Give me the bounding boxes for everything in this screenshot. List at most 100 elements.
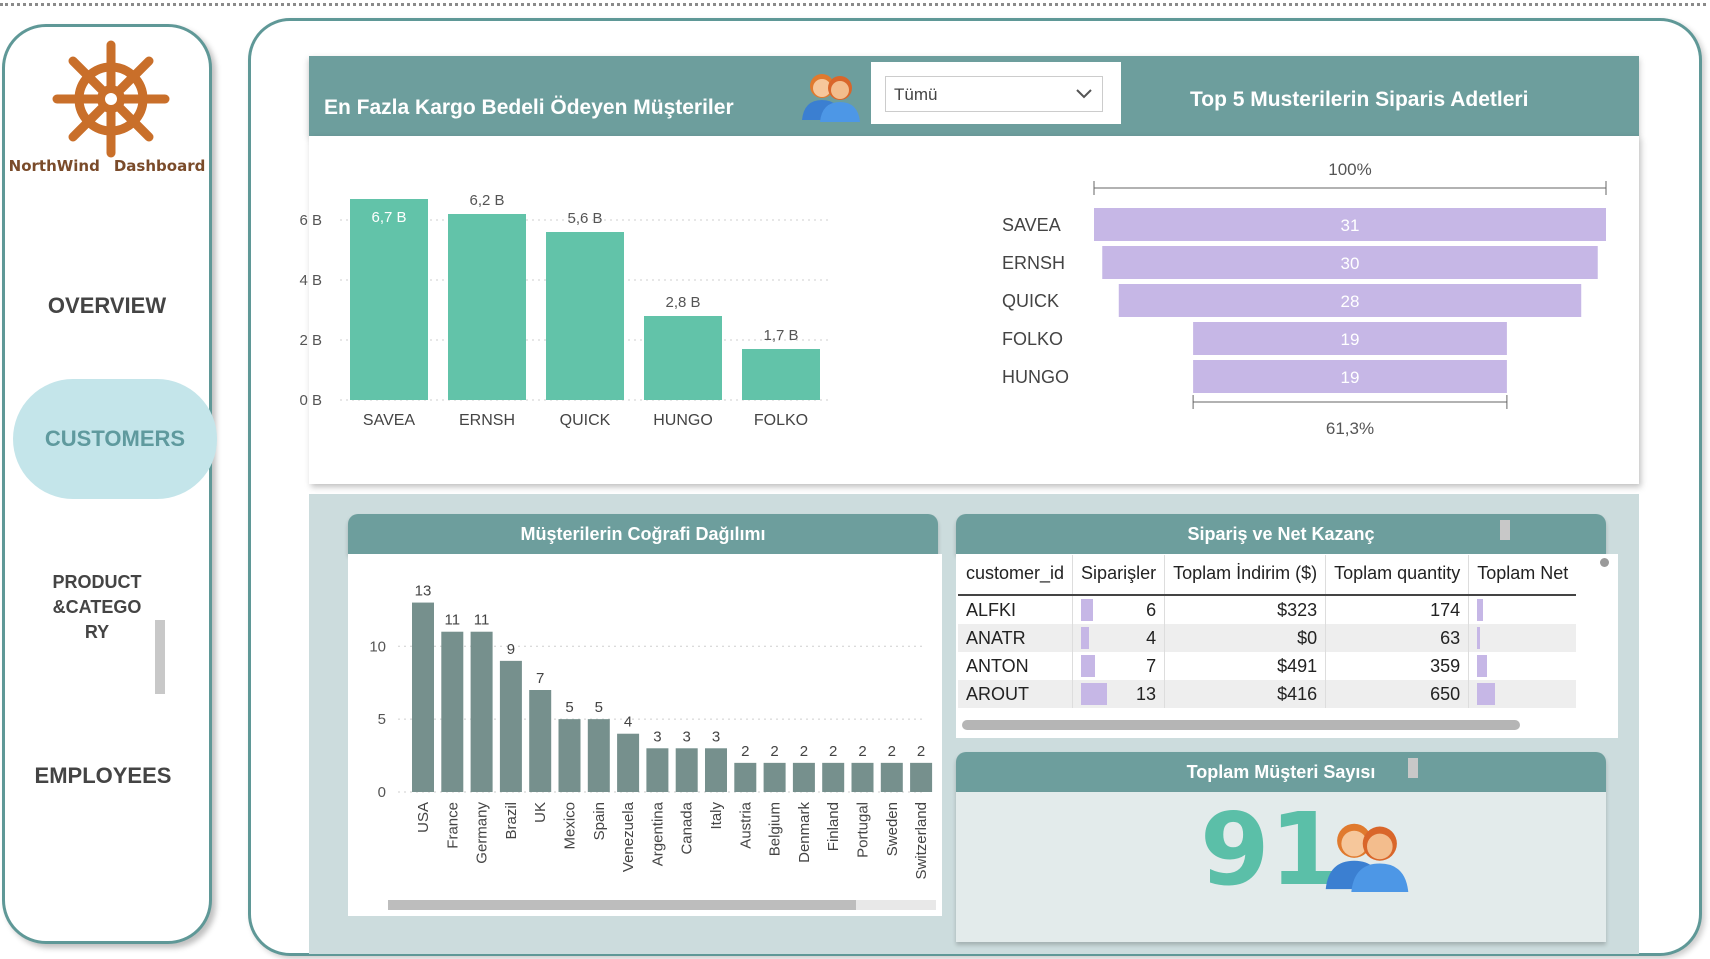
col-quantity[interactable]: Toplam quantity <box>1325 555 1469 596</box>
bar <box>851 762 874 792</box>
y-tick-label: 6 B <box>299 212 322 229</box>
table-row[interactable]: ANATR 4 $0 63 <box>958 624 1577 652</box>
data-label: 2 <box>770 743 778 760</box>
data-label: 5 <box>565 699 573 716</box>
funnel-chart-title: Top 5 Musterilerin Siparis Adetleri <box>1190 88 1529 111</box>
x-tick-label: Austria <box>737 801 754 848</box>
brand-name: NorthWind Dashboard <box>5 157 209 175</box>
x-tick-label: Portugal <box>855 802 872 858</box>
funnel-category: QUICK <box>1002 291 1059 311</box>
cell-orders-text: 7 <box>1146 655 1157 676</box>
y-tick-label: 0 <box>378 784 386 801</box>
data-label: 3 <box>712 728 720 745</box>
data-label: 9 <box>507 641 515 658</box>
cell-quantity: 174 <box>1325 595 1469 624</box>
cell-discount: $0 <box>1164 624 1326 652</box>
cell-quantity: 63 <box>1325 624 1469 652</box>
cell-net <box>1468 595 1577 624</box>
geo-bar-chart: 0 5 10 13 USA 11 France 11 Germany 9 Brazil 7 UK 5 Mex… <box>369 583 933 880</box>
bar <box>910 762 933 792</box>
y-tick-label: 10 <box>369 638 386 655</box>
x-tick-label: Spain <box>591 802 608 840</box>
customer-filter-dropdown[interactable]: Tümü <box>871 62 1121 124</box>
orders-panel-handle[interactable] <box>1500 520 1510 540</box>
cell-customer-id-text: ANTON <box>966 655 1029 676</box>
bar <box>546 232 624 400</box>
data-label: 2 <box>917 743 925 760</box>
cell-quantity-text: 63 <box>1440 627 1461 648</box>
filter-select-box[interactable]: Tümü <box>885 76 1103 112</box>
nav-employees[interactable]: EMPLOYEES <box>1 763 205 789</box>
brand-word-2: Dashboard <box>113 157 206 175</box>
bar <box>646 748 669 792</box>
cell-discount-text: $491 <box>1277 655 1318 676</box>
table-row[interactable]: AROUT 13 $416 650 <box>958 680 1577 708</box>
col-orders[interactable]: Siparişler <box>1072 555 1165 596</box>
count-panel-handle[interactable] <box>1408 758 1418 778</box>
data-label: 1,7 B <box>763 327 798 344</box>
funnel-value: 30 <box>1341 254 1360 273</box>
data-label: 2 <box>829 743 837 760</box>
data-label: 2 <box>888 743 896 760</box>
funnel-value: 19 <box>1341 330 1360 349</box>
bar <box>412 602 434 792</box>
bar <box>499 660 522 792</box>
funnel-category: ERNSH <box>1002 253 1065 273</box>
nav-product-line-2: &CATEGO <box>52 597 142 617</box>
bar <box>880 762 903 792</box>
top-dotted-border <box>0 3 1706 6</box>
nav-customers-label: CUSTOMERS <box>44 426 186 451</box>
bar <box>763 762 786 792</box>
customer-count-title: Toplam Müşteri Sayısı <box>956 752 1606 792</box>
funnel-value: 28 <box>1341 292 1360 311</box>
orders-data-bar <box>1081 599 1094 621</box>
cell-customer-id: ANATR <box>958 624 1073 652</box>
data-label: 6,2 B <box>469 192 504 209</box>
col-customer-id[interactable]: customer_id <box>958 555 1073 596</box>
funnel-chart: 100% 31 SAVEA 30 ERNSH 28 QUICK 19 FOLKO 19 HUNGO 6… <box>1002 160 1607 438</box>
geo-panel-title: Müşterilerin Coğrafi Dağılımı <box>348 514 938 554</box>
orders-data-bar <box>1081 627 1090 649</box>
nav-product-line-1: PRODUCT <box>52 572 142 592</box>
funnel-category: FOLKO <box>1002 329 1063 349</box>
nav-product-category[interactable]: PRODUCT &CATEGO RY <box>0 570 199 645</box>
bar <box>470 631 493 792</box>
data-label: 2 <box>741 743 749 760</box>
bar <box>705 748 727 792</box>
y-tick-label: 2 B <box>299 332 322 349</box>
data-label: 5 <box>595 699 603 716</box>
nav-scrollbar[interactable] <box>155 620 165 694</box>
nav-customers[interactable]: CUSTOMERS <box>13 379 217 499</box>
cell-orders-text: 6 <box>1146 599 1157 620</box>
customer-count-title-text: Toplam Müşteri Sayısı <box>1186 761 1376 782</box>
cell-orders-text: 13 <box>1136 683 1157 704</box>
cell-discount-text: $416 <box>1277 683 1318 704</box>
data-label: 13 <box>415 583 432 600</box>
data-label: 11 <box>445 612 461 629</box>
table-row[interactable]: ALFKI 6 $323 174 <box>958 595 1577 624</box>
customer-count-value: 91 <box>1200 791 1340 908</box>
customers-icon <box>802 74 860 122</box>
table-horizontal-scrollbar[interactable] <box>962 720 1520 730</box>
nav-overview[interactable]: OVERVIEW <box>5 293 209 319</box>
cell-quantity: 359 <box>1325 652 1469 680</box>
table-row[interactable]: ANTON 7 $491 359 <box>958 652 1577 680</box>
cell-net <box>1468 652 1577 680</box>
x-tick-label: SAVEA <box>363 412 416 429</box>
x-tick-label: Germany <box>474 802 491 864</box>
net-data-bar <box>1477 683 1496 706</box>
col-net[interactable]: Toplam Net <box>1468 555 1577 596</box>
geo-scrollbar-thumb[interactable] <box>388 900 856 910</box>
table-more-dot[interactable] <box>1600 558 1609 567</box>
bar <box>675 748 698 792</box>
col-discount[interactable]: Toplam İndirim ($) <box>1164 555 1326 596</box>
cell-net <box>1468 680 1577 708</box>
freight-bar-chart: 0 B 2 B 4 B 6 B 6,7 B SAVEA 6,2 B ERNSH 5,6 B QUI… <box>299 192 830 429</box>
bar <box>822 762 845 792</box>
bar <box>441 631 464 792</box>
x-tick-label: Denmark <box>796 802 813 863</box>
geo-panel-title-text: Müşterilerin Coğrafi Dağılımı <box>520 523 766 544</box>
orders-data-bar <box>1081 683 1108 705</box>
cell-discount-text: $323 <box>1277 599 1318 620</box>
brand-word-1: NorthWind <box>8 157 100 175</box>
